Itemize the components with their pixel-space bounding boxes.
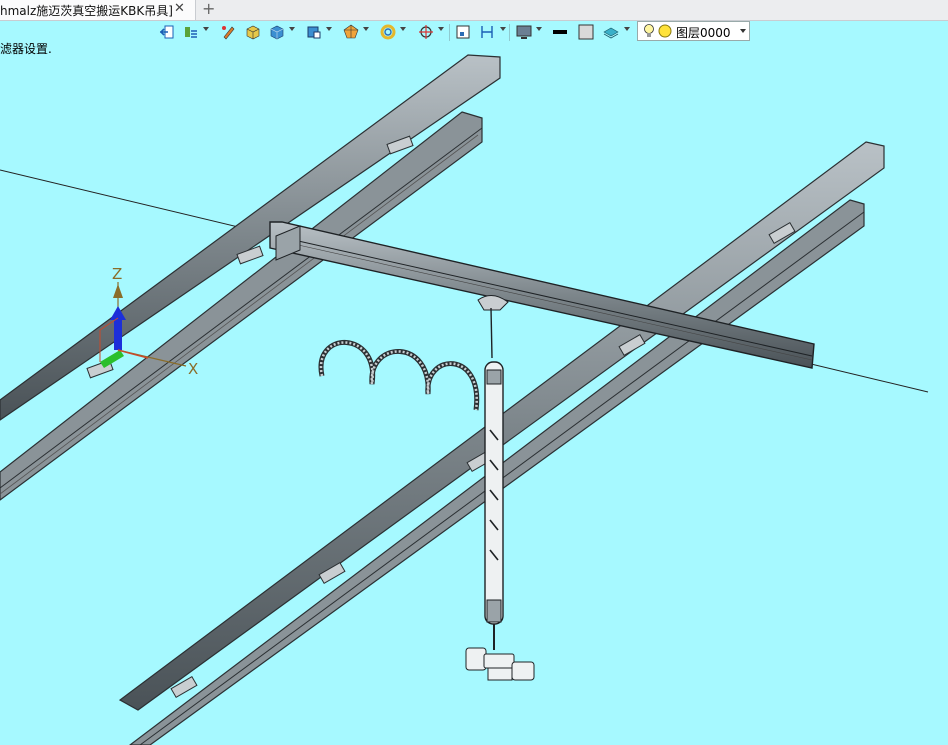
close-icon[interactable]: ✕ — [174, 1, 185, 16]
layer-name: 图层0000 — [676, 26, 731, 40]
document-tab-title: hmalz施迈茨真空搬运KBK吊具] — [0, 4, 173, 18]
dimension-icon[interactable] — [478, 23, 496, 41]
display-ring-icon[interactable] — [379, 23, 397, 41]
layer-status-icon[interactable] — [656, 22, 674, 40]
monitor-icon[interactable] — [515, 23, 533, 41]
document-tab-bar: hmalz施迈茨真空搬运KBK吊具] ✕ + — [0, 0, 948, 21]
suction-gripper[interactable] — [465, 647, 535, 681]
vacuum-lift-tube[interactable] — [484, 361, 504, 650]
pencil-icon[interactable] — [220, 23, 238, 41]
view-cube-icon[interactable] — [305, 23, 323, 41]
fill-color-swatch[interactable] — [577, 23, 595, 41]
new-tab-plus-icon[interactable]: + — [202, 0, 215, 18]
shaded-cube-icon[interactable] — [268, 23, 286, 41]
z-axis-label: Z — [112, 265, 122, 283]
exit-icon[interactable] — [158, 23, 176, 41]
frame-icon[interactable] — [454, 23, 472, 41]
chevron-down-icon[interactable] — [740, 29, 746, 33]
layer-stack-icon[interactable] — [602, 23, 620, 41]
trolley-carriage[interactable] — [477, 295, 509, 359]
layer-selector[interactable]: 图层0000 — [637, 21, 750, 41]
document-tab[interactable]: hmalz施迈茨真空搬运KBK吊具] ✕ — [0, 0, 196, 20]
x-axis-label: X — [188, 360, 198, 378]
cad-viewport[interactable]: Z X — [0, 0, 948, 745]
solid-box-icon[interactable] — [244, 23, 262, 41]
render-mode-icon[interactable] — [342, 23, 360, 41]
status-hint-text: 滤器设置. — [0, 42, 52, 56]
line-color-swatch[interactable] — [551, 23, 569, 41]
crosshair-icon[interactable] — [417, 23, 435, 41]
pick-filter-icon[interactable] — [182, 23, 200, 41]
view-toolbar: 图层0000 — [150, 21, 755, 45]
